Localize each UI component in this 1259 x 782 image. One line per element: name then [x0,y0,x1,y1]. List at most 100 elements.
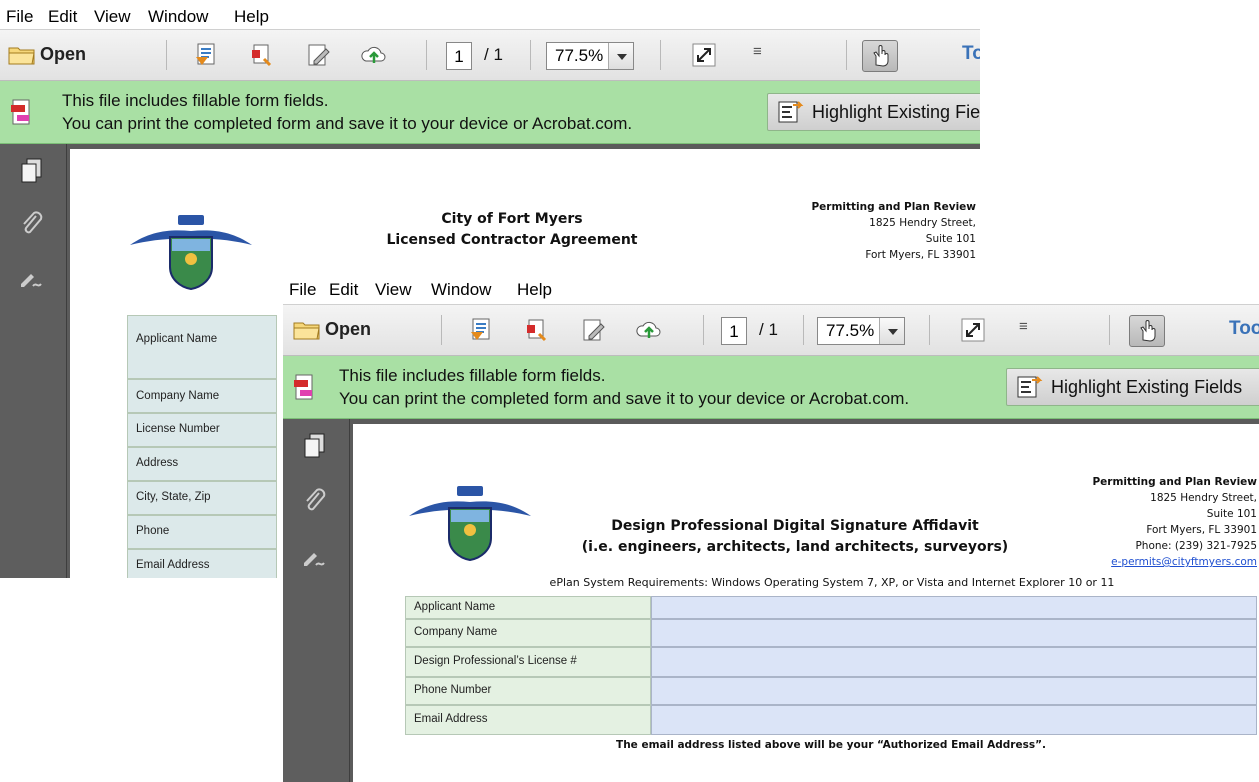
office-name: Permitting and Plan Review [1092,476,1257,488]
print-icon[interactable] [248,41,276,69]
doc-title-line-1: City of Fort Myers [441,211,583,227]
field-label: Phone Number [414,684,492,696]
toolbar-separator [846,40,847,70]
office-street: 1825 Hendry Street, [869,217,976,229]
page-number-input[interactable]: 1 [446,42,472,70]
open-button[interactable]: Open [293,318,413,344]
attachment-icon[interactable] [18,210,46,238]
save-icon[interactable] [192,41,220,69]
office-city: Fort Myers, FL 33901 [1146,524,1257,536]
phone-number-field[interactable] [651,677,1257,705]
more-tools-icon[interactable]: ≡ [753,43,762,60]
chevron-down-icon[interactable] [879,318,904,344]
upload-cloud-icon[interactable] [635,316,663,344]
office-address: Permitting and Plan Review 1825 Hendry S… [770,199,976,263]
folder-icon [8,47,35,65]
toolbar-separator [803,315,804,345]
fullscreen-icon[interactable] [959,316,987,344]
office-city: Fort Myers, FL 33901 [865,249,976,261]
field-label: Email Address [414,713,488,725]
hand-tool-button[interactable] [1129,315,1165,347]
highlight-fields-icon [778,101,804,123]
office-phone: Phone: (239) 321-7925 [1135,540,1257,552]
menu-file[interactable]: File [6,7,33,27]
tools-panel-link[interactable]: Tools [962,43,980,65]
office-address: Permitting and Plan Review 1825 Hendry S… [1043,474,1257,570]
field-row: Email Address [405,705,651,735]
toolbar-separator [1109,315,1110,345]
city-seal-logo [409,486,531,562]
menu-file[interactable]: File [289,280,316,300]
office-name: Permitting and Plan Review [811,201,976,213]
field-label: Address [136,457,179,469]
menu-window[interactable]: Window [431,280,491,300]
highlight-label: Highlight Existing Fields [812,102,980,122]
field-row[interactable]: Address [127,447,277,481]
pages-icon[interactable] [18,156,46,184]
field-row[interactable]: License Number [127,413,277,447]
navigation-panel [283,419,350,782]
field-label: License Number [136,423,220,435]
toolbar-separator [530,40,531,70]
menu-view[interactable]: View [375,280,412,300]
more-tools-icon[interactable]: ≡ [1019,318,1028,335]
office-email-link[interactable]: e-permits@cityftmyers.com [1111,556,1257,568]
open-button[interactable]: Open [8,43,128,69]
menu-view[interactable]: View [94,7,131,27]
menu-edit[interactable]: Edit [329,280,358,300]
tools-panel-link[interactable]: Tools [1229,318,1259,340]
email-address-field[interactable] [651,705,1257,735]
chevron-down-icon[interactable] [608,43,633,69]
menu-window[interactable]: Window [148,7,208,27]
page-number-input[interactable]: 1 [721,317,747,345]
edit-icon[interactable] [304,41,332,69]
menu-edit[interactable]: Edit [48,7,77,27]
field-label: Applicant Name [136,333,218,345]
doc-title: Design Professional Digital Signature Af… [575,516,1015,558]
edit-icon[interactable] [579,316,607,344]
upload-cloud-icon[interactable] [360,41,388,69]
field-row[interactable]: Email Address [127,549,277,578]
company-name-field[interactable] [651,619,1257,647]
hand-tool-button[interactable] [862,40,898,72]
zoom-select[interactable]: 77.5% [817,317,905,345]
highlight-existing-fields-button[interactable]: Highlight Existing Fields [767,93,980,131]
folder-icon [293,322,320,340]
print-icon[interactable] [523,316,551,344]
toolbar: Open 1 / 1 77.5% ≡ Tools [0,30,980,81]
field-row: Phone Number [405,677,651,705]
applicant-name-field[interactable] [651,596,1257,619]
pages-icon[interactable] [301,431,329,459]
license-number-field[interactable] [651,647,1257,677]
save-icon[interactable] [467,316,495,344]
toolbar-separator [441,315,442,345]
office-suite: Suite 101 [925,233,976,245]
toolbar-separator [703,315,704,345]
menu-help[interactable]: Help [234,7,269,27]
doc-title-line-2: (i.e. engineers, architects, land archit… [581,539,1009,555]
field-row[interactable]: City, State, Zip [127,481,277,515]
document-page: Design Professional Digital Signature Af… [353,424,1259,782]
field-row: Applicant Name [405,596,651,619]
navigation-panel [0,144,67,578]
highlight-fields-icon [1017,376,1043,398]
signature-icon[interactable] [301,543,329,571]
office-street: 1825 Hendry Street, [1150,492,1257,504]
notice-text: This file includes fillable form fields.… [339,364,909,410]
highlight-existing-fields-button[interactable]: Highlight Existing Fields [1006,368,1259,406]
page-total: / 1 [484,45,503,64]
notice-text: This file includes fillable form fields.… [62,89,632,135]
notice-line-2: You can print the completed form and sav… [339,389,910,408]
signature-icon[interactable] [18,264,46,292]
reader-window-front: File Edit View Window Help Open 1 / 1 77… [283,272,1259,782]
attachment-icon[interactable] [301,487,329,515]
zoom-select[interactable]: 77.5% [546,42,634,70]
field-row[interactable]: Company Name [127,379,277,413]
field-row[interactable]: Applicant Name [127,315,277,379]
menu-help[interactable]: Help [517,280,552,300]
fullscreen-icon[interactable] [690,41,718,69]
zoom-value: 77.5% [826,321,875,340]
field-label: Design Professional’s License # [414,655,577,667]
highlight-label: Highlight Existing Fields [1051,377,1243,397]
field-row[interactable]: Phone [127,515,277,549]
